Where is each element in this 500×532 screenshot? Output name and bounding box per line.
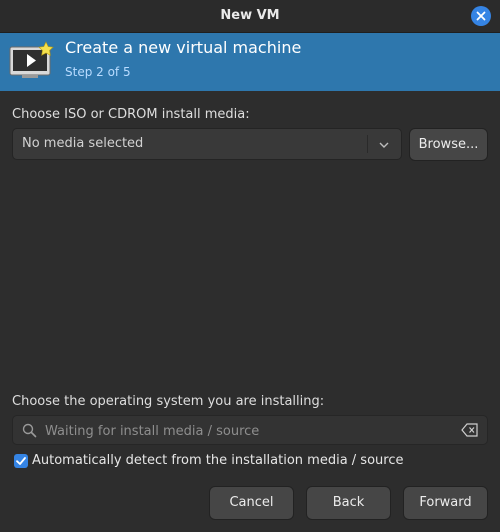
back-button[interactable]: Back (306, 486, 391, 520)
window-title: New VM (220, 8, 280, 23)
install-media-combo[interactable]: No media selected (12, 128, 402, 160)
auto-detect-label: Automatically detect from the installati… (32, 453, 404, 468)
search-icon (22, 423, 37, 438)
install-media-label: Choose ISO or CDROM install media: (12, 107, 250, 122)
os-search-field[interactable] (12, 415, 488, 446)
chevron-down-icon[interactable] (378, 139, 390, 151)
window-titlebar: New VM (0, 0, 500, 33)
browse-button[interactable]: Browse... (409, 128, 488, 161)
close-icon (476, 11, 486, 21)
vm-monitor-icon (9, 41, 54, 78)
wizard-title: Create a new virtual machine (65, 38, 302, 57)
close-button[interactable] (471, 6, 491, 26)
cancel-button[interactable]: Cancel (209, 486, 294, 520)
checkmark-icon (16, 457, 26, 465)
auto-detect-checkbox[interactable] (14, 454, 28, 468)
os-label: Choose the operating system you are inst… (12, 394, 325, 409)
install-media-value: No media selected (22, 136, 144, 151)
clear-text-icon[interactable] (461, 423, 479, 437)
wizard-header: Create a new virtual machine Step 2 of 5 (0, 33, 500, 91)
os-search-input[interactable] (43, 416, 447, 446)
forward-button[interactable]: Forward (403, 486, 488, 520)
combo-divider (367, 135, 368, 153)
wizard-step: Step 2 of 5 (65, 65, 131, 79)
